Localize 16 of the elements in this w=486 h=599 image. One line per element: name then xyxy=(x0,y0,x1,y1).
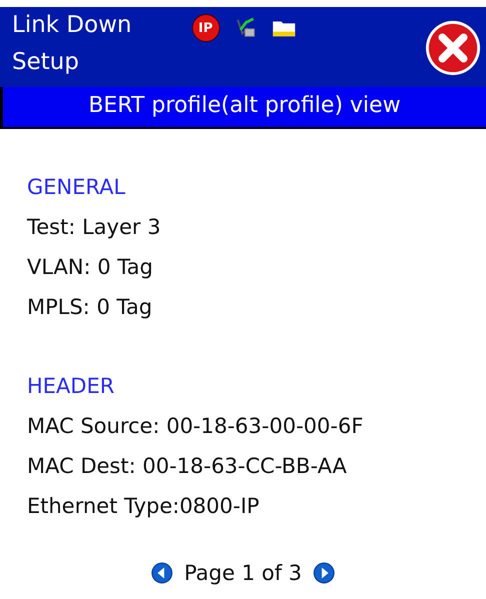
section-heading: GENERAL xyxy=(27,174,126,201)
next-page-button[interactable] xyxy=(312,562,336,584)
previous-page-button[interactable] xyxy=(150,562,174,584)
info-line: MPLS: 0 Tag xyxy=(27,294,154,321)
info-line: Ethernet Type:0800-IP xyxy=(27,493,260,520)
link-status: Link Down xyxy=(12,11,132,40)
ip-badge: IP xyxy=(192,14,220,42)
page-indicator: Page 1 of 3 xyxy=(184,561,302,585)
title-bar: BERT profile(alt profile) view xyxy=(0,87,486,129)
info-line: MAC Source: 00-18-63-00-00-6F xyxy=(27,413,364,440)
info-line: Test: Layer 3 xyxy=(27,214,162,241)
close-button[interactable] xyxy=(424,19,482,77)
mode-label: Setup xyxy=(12,48,80,77)
section-heading: HEADER xyxy=(27,373,116,400)
info-line: MAC Dest: 00-18-63-CC-BB-AA xyxy=(27,453,348,480)
info-line: VLAN: 0 Tag xyxy=(27,254,154,281)
